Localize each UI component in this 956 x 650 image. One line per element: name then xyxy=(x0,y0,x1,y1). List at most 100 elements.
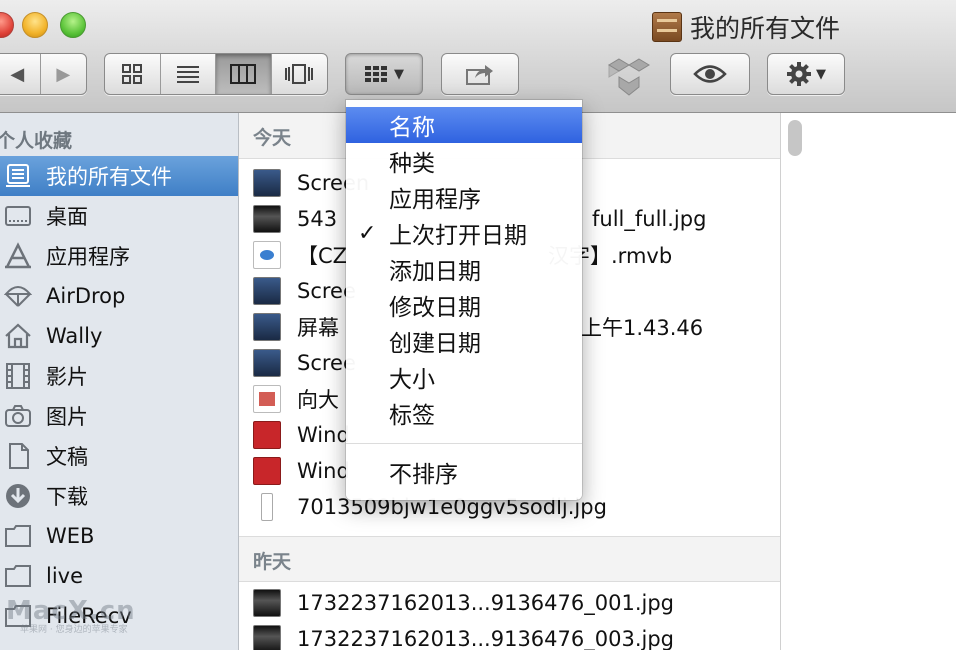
file-row[interactable]: 1732237162013...9136476_003.jpg xyxy=(239,621,780,650)
menu-item-label: 创建日期 xyxy=(389,331,481,357)
downloads-icon xyxy=(2,480,34,512)
file-name: Wind xyxy=(297,423,350,447)
folder-icon xyxy=(2,520,34,552)
image-thumbnail-icon xyxy=(253,205,281,233)
chevron-down-icon: ▼ xyxy=(394,66,404,82)
dropbox-icon xyxy=(608,58,650,96)
list-view-button[interactable] xyxy=(161,54,216,94)
sidebar-item-wally[interactable]: Wally xyxy=(0,316,238,356)
icon-view-icon xyxy=(122,64,143,84)
sidebar-item-label: 我的所有文件 xyxy=(46,165,172,189)
folder-icon xyxy=(2,560,34,592)
menu-item-date-added[interactable]: 添加日期 xyxy=(346,251,582,287)
sidebar-item-airdrop[interactable]: AirDrop xyxy=(0,276,238,316)
movies-icon xyxy=(2,360,34,392)
forward-button[interactable]: ▶ xyxy=(41,54,87,94)
file-name: 1732237162013...9136476_001.jpg xyxy=(297,591,674,615)
quick-look-button[interactable] xyxy=(670,53,750,95)
sidebar-item-label: 文稿 xyxy=(46,445,88,469)
share-button[interactable] xyxy=(441,53,519,95)
sidebar-item-live[interactable]: live xyxy=(0,556,238,596)
sidebar-item-pictures[interactable]: 图片 xyxy=(0,396,238,436)
menu-item-label: 上次打开日期 xyxy=(389,223,527,249)
file-name: Wind xyxy=(297,459,350,483)
file-name-suffix: 上午1.43.46 xyxy=(581,316,704,340)
sidebar-item-movies[interactable]: 影片 xyxy=(0,356,238,396)
sidebar-item-documents[interactable]: 文稿 xyxy=(0,436,238,476)
file-name-suffix: full_full.jpg xyxy=(592,207,707,231)
chevron-down-icon: ▼ xyxy=(816,66,826,82)
menu-item-last-opened[interactable]: ✓ 上次打开日期 xyxy=(346,215,582,251)
applications-icon xyxy=(2,240,34,272)
menu-item-label: 标签 xyxy=(389,403,435,429)
checkmark-icon: ✓ xyxy=(358,220,377,246)
sidebar-item-web[interactable]: WEB xyxy=(0,516,238,556)
window-toolbar: 我的所有文件 ◀ ▶ ▼ ▼ xyxy=(0,0,956,113)
sidebar-item-label: 下载 xyxy=(46,485,88,509)
back-forward-control: ◀ ▶ xyxy=(0,53,87,95)
zoom-window-button[interactable] xyxy=(60,12,86,38)
back-button[interactable]: ◀ xyxy=(0,54,41,94)
coverflow-view-icon xyxy=(285,64,314,84)
group-header-yesterday: 昨天 xyxy=(239,536,780,582)
menu-item-label: 种类 xyxy=(389,151,435,177)
menu-item-date-created[interactable]: 创建日期 xyxy=(346,323,582,359)
menu-item-name[interactable]: 名称 xyxy=(346,107,582,143)
home-icon xyxy=(2,320,34,352)
file-name: 1732237162013...9136476_003.jpg xyxy=(297,627,674,650)
dropbox-button[interactable] xyxy=(606,56,652,98)
all-files-icon xyxy=(2,160,34,192)
menu-separator xyxy=(346,443,582,444)
arrange-dropdown-menu: 名称 种类 应用程序 ✓ 上次打开日期 添加日期 修改日期 创建日期 大小 标签 … xyxy=(346,100,582,500)
share-icon xyxy=(466,65,493,85)
camera-icon xyxy=(2,400,34,432)
menu-item-tags[interactable]: 标签 xyxy=(346,395,582,431)
image-thumbnail-icon xyxy=(253,625,281,650)
menu-item-application[interactable]: 应用程序 xyxy=(346,179,582,215)
menu-item-label: 添加日期 xyxy=(389,259,481,285)
action-menu-button[interactable]: ▼ xyxy=(767,53,845,95)
sidebar-item-label: 桌面 xyxy=(46,205,88,229)
sidebar-item-label: 图片 xyxy=(46,405,88,429)
close-window-button[interactable] xyxy=(0,12,14,38)
sidebar-section-favorites: 个人收藏 xyxy=(0,130,73,152)
airdrop-icon xyxy=(2,280,34,312)
forward-arrow-icon: ▶ xyxy=(56,63,71,85)
watermark: MacX.cn 苹果网 · 您身边的苹果专家 xyxy=(6,596,136,635)
group-title: 昨天 xyxy=(253,551,292,573)
sidebar-item-label: Wally xyxy=(46,324,103,348)
menu-item-date-modified[interactable]: 修改日期 xyxy=(346,287,582,323)
sidebar-item-all-my-files[interactable]: 我的所有文件 xyxy=(0,156,238,196)
sidebar-item-label: live xyxy=(46,564,84,588)
parallels-vm-icon xyxy=(253,457,281,485)
menu-item-kind[interactable]: 种类 xyxy=(346,143,582,179)
file-row[interactable]: 1732237162013...9136476_001.jpg xyxy=(239,585,780,621)
sidebar-item-downloads[interactable]: 下载 xyxy=(0,476,238,516)
menu-item-label: 大小 xyxy=(389,367,435,393)
sidebar-item-label: WEB xyxy=(46,524,95,548)
sidebar-item-label: AirDrop xyxy=(46,284,126,308)
file-name: 【CZ xyxy=(297,244,348,268)
sidebar-item-desktop[interactable]: 桌面 xyxy=(0,196,238,236)
icon-view-button[interactable] xyxy=(105,54,161,94)
menu-item-label: 不排序 xyxy=(389,462,458,488)
document-thumbnail-icon xyxy=(253,385,281,413)
menu-item-label: 修改日期 xyxy=(389,295,481,321)
sidebar: 个人收藏 我的所有文件 桌面 应用程序 AirDrop Wally 影片 图片 … xyxy=(0,113,239,650)
screenshot-thumbnail-icon xyxy=(253,169,281,197)
coverflow-view-button[interactable] xyxy=(272,54,328,94)
column-view-button[interactable] xyxy=(216,54,272,94)
screenshot-thumbnail-icon xyxy=(253,313,281,341)
window-title: 我的所有文件 xyxy=(652,10,840,44)
vertical-scrollbar[interactable] xyxy=(788,120,802,156)
back-arrow-icon: ◀ xyxy=(10,63,25,85)
menu-item-size[interactable]: 大小 xyxy=(346,359,582,395)
menu-item-none[interactable]: 不排序 xyxy=(346,454,582,490)
image-thumbnail-icon xyxy=(261,493,273,521)
arrange-button[interactable]: ▼ xyxy=(345,53,423,95)
minimize-window-button[interactable] xyxy=(22,12,48,38)
sidebar-item-applications[interactable]: 应用程序 xyxy=(0,236,238,276)
file-name: 屏幕 xyxy=(297,316,339,340)
screenshot-thumbnail-icon xyxy=(253,349,281,377)
preview-column xyxy=(781,113,956,650)
